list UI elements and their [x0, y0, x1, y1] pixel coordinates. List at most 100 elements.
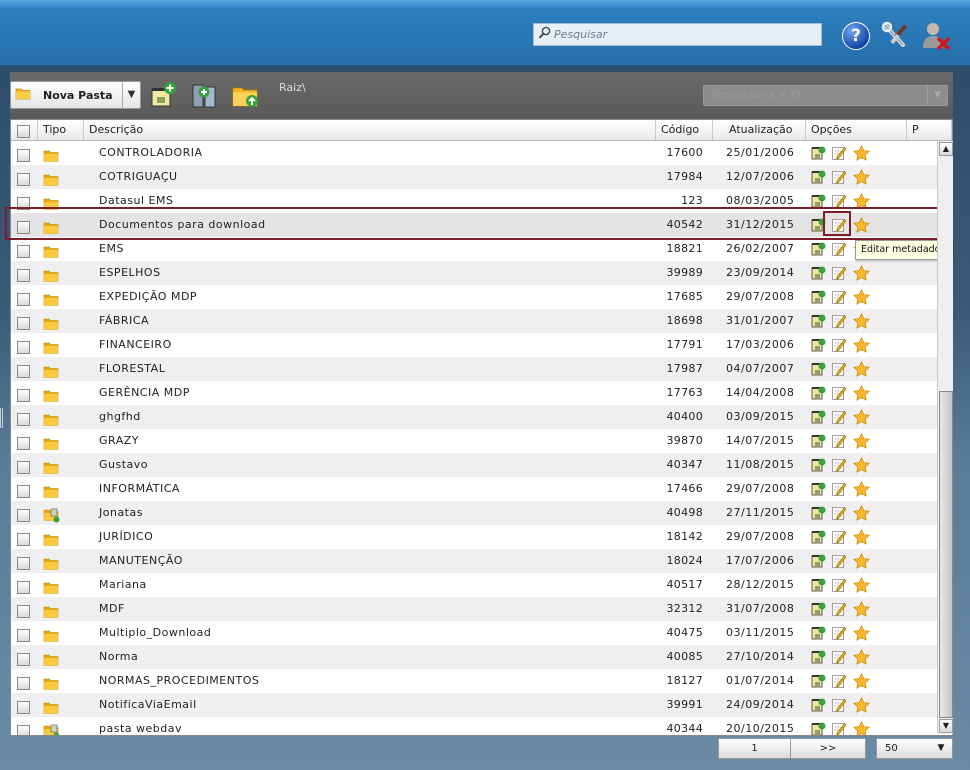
permissions-icon[interactable] — [810, 433, 826, 449]
favorite-star-icon[interactable] — [853, 264, 870, 281]
table-row[interactable]: pasta webdav 40344 20/10/2015 — [11, 717, 938, 735]
row-checkbox[interactable] — [17, 532, 30, 546]
edit-metadata-icon[interactable] — [831, 673, 847, 689]
favorite-star-icon[interactable] — [853, 456, 870, 473]
column-descricao[interactable]: Descrição — [84, 120, 656, 141]
permissions-icon[interactable] — [810, 361, 826, 377]
table-row[interactable]: NotificaViaEmail 39991 24/09/2014 — [11, 693, 938, 717]
edit-metadata-icon[interactable] — [831, 505, 847, 521]
new-document-button[interactable] — [149, 80, 179, 110]
row-description[interactable]: CONTROLADORIA — [99, 141, 203, 165]
table-row[interactable]: FINANCEIRO 17791 17/03/2006 — [11, 333, 938, 357]
column-tipo[interactable]: Tipo — [38, 120, 84, 141]
edit-metadata-icon[interactable] — [831, 337, 847, 353]
row-checkbox[interactable] — [17, 556, 30, 570]
table-row[interactable]: COTRIGUAÇU 17984 12/07/2006 — [11, 165, 938, 189]
new-folder-button[interactable]: Nova Pasta ▼ — [10, 81, 141, 109]
permissions-icon[interactable] — [810, 457, 826, 473]
help-button[interactable]: ? — [842, 22, 870, 50]
row-checkbox[interactable] — [17, 220, 30, 234]
row-checkbox[interactable] — [17, 148, 30, 162]
table-row[interactable]: FÁBRICA 18698 31/01/2007 — [11, 309, 938, 333]
table-row[interactable]: EMS 18821 26/02/2007 — [11, 237, 938, 261]
permissions-icon[interactable] — [810, 601, 826, 617]
table-row[interactable]: FLORESTAL 17987 04/07/2007 — [11, 357, 938, 381]
row-checkbox[interactable] — [17, 604, 30, 618]
row-checkbox[interactable] — [17, 460, 30, 474]
favorite-star-icon[interactable] — [853, 408, 870, 425]
row-checkbox[interactable] — [17, 172, 30, 186]
row-checkbox[interactable] — [17, 412, 30, 426]
edit-metadata-icon[interactable] — [831, 697, 847, 713]
favorite-star-icon[interactable] — [853, 648, 870, 665]
logout-button[interactable] — [920, 20, 952, 52]
favorite-star-icon[interactable] — [853, 720, 870, 735]
scroll-down-button[interactable]: ▼ — [939, 719, 953, 733]
scroll-up-button[interactable]: ▲ — [939, 142, 953, 156]
favorite-star-icon[interactable] — [853, 504, 870, 521]
row-description[interactable]: FINANCEIRO — [99, 333, 172, 357]
permissions-icon[interactable] — [810, 505, 826, 521]
edit-metadata-icon[interactable] — [831, 481, 847, 497]
permissions-icon[interactable] — [810, 577, 826, 593]
favorite-star-icon[interactable] — [853, 216, 870, 233]
upload-files-button[interactable] — [190, 80, 220, 110]
chevron-down-icon[interactable]: ▼ — [122, 82, 140, 108]
edit-metadata-icon[interactable] — [831, 193, 847, 209]
row-description[interactable]: pasta webdav — [99, 717, 182, 735]
row-checkbox[interactable] — [17, 268, 30, 282]
row-checkbox[interactable] — [17, 652, 30, 666]
edit-metadata-icon[interactable] — [831, 265, 847, 281]
favorite-star-icon[interactable] — [853, 168, 870, 185]
row-checkbox[interactable] — [17, 580, 30, 594]
permissions-icon[interactable] — [810, 313, 826, 329]
row-checkbox[interactable] — [17, 340, 30, 354]
favorite-star-icon[interactable] — [853, 600, 870, 617]
row-checkbox[interactable] — [17, 676, 30, 690]
edit-metadata-icon[interactable] — [831, 169, 847, 185]
favorite-star-icon[interactable] — [853, 336, 870, 353]
row-description[interactable]: FÁBRICA — [99, 309, 149, 333]
table-row[interactable]: GERÊNCIA MDP 17763 14/04/2008 — [11, 381, 938, 405]
row-checkbox[interactable] — [17, 316, 30, 330]
row-description[interactable]: INFORMÁTICA — [99, 477, 180, 501]
row-description[interactable]: NORMAS_PROCEDIMENTOS — [99, 669, 259, 693]
favorite-star-icon[interactable] — [853, 312, 870, 329]
upload-folder-button[interactable] — [231, 80, 261, 110]
permissions-icon[interactable] — [810, 481, 826, 497]
search-input[interactable] — [554, 28, 814, 41]
table-row[interactable]: Datasul EMS 123 08/03/2005 — [11, 189, 938, 213]
scroll-thumb[interactable] — [939, 391, 953, 718]
row-checkbox[interactable] — [17, 724, 30, 735]
row-checkbox[interactable] — [17, 244, 30, 258]
table-row[interactable]: CONTROLADORIA 17600 25/01/2006 — [11, 141, 938, 165]
table-row[interactable]: MDF 32312 31/07/2008 — [11, 597, 938, 621]
favorite-star-icon[interactable] — [853, 360, 870, 377]
edit-metadata-icon[interactable] — [831, 457, 847, 473]
table-row[interactable]: GRAZY 39870 14/07/2015 — [11, 429, 938, 453]
permissions-icon[interactable] — [810, 625, 826, 641]
table-row[interactable]: JURÍDICO 18142 29/07/2008 — [11, 525, 938, 549]
edit-metadata-icon[interactable] — [831, 553, 847, 569]
favorite-star-icon[interactable] — [853, 288, 870, 305]
edit-metadata-icon[interactable] — [831, 625, 847, 641]
edit-metadata-icon[interactable] — [831, 721, 847, 735]
permissions-icon[interactable] — [810, 289, 826, 305]
row-description[interactable]: FLORESTAL — [99, 357, 165, 381]
edit-metadata-icon[interactable] — [831, 529, 847, 545]
row-checkbox[interactable] — [17, 292, 30, 306]
favorite-star-icon[interactable] — [853, 672, 870, 689]
row-checkbox[interactable] — [17, 700, 30, 714]
permissions-icon[interactable] — [810, 649, 826, 665]
vertical-scrollbar[interactable]: ▲ ▼ — [937, 141, 953, 734]
table-row[interactable]: MANUTENÇÃO 18024 17/07/2006 — [11, 549, 938, 573]
row-description[interactable]: EMS — [99, 237, 124, 261]
row-description[interactable]: NotificaViaEmail — [99, 693, 197, 717]
table-row[interactable]: Documentos para download 40542 31/12/2015 — [11, 213, 938, 237]
edit-metadata-icon[interactable] — [831, 361, 847, 377]
favorite-star-icon[interactable] — [853, 528, 870, 545]
edit-metadata-icon[interactable] — [831, 313, 847, 329]
table-row[interactable]: ghgfhd 40400 03/09/2015 — [11, 405, 938, 429]
row-description[interactable]: Mariana — [99, 573, 147, 597]
edit-metadata-icon[interactable] — [831, 385, 847, 401]
